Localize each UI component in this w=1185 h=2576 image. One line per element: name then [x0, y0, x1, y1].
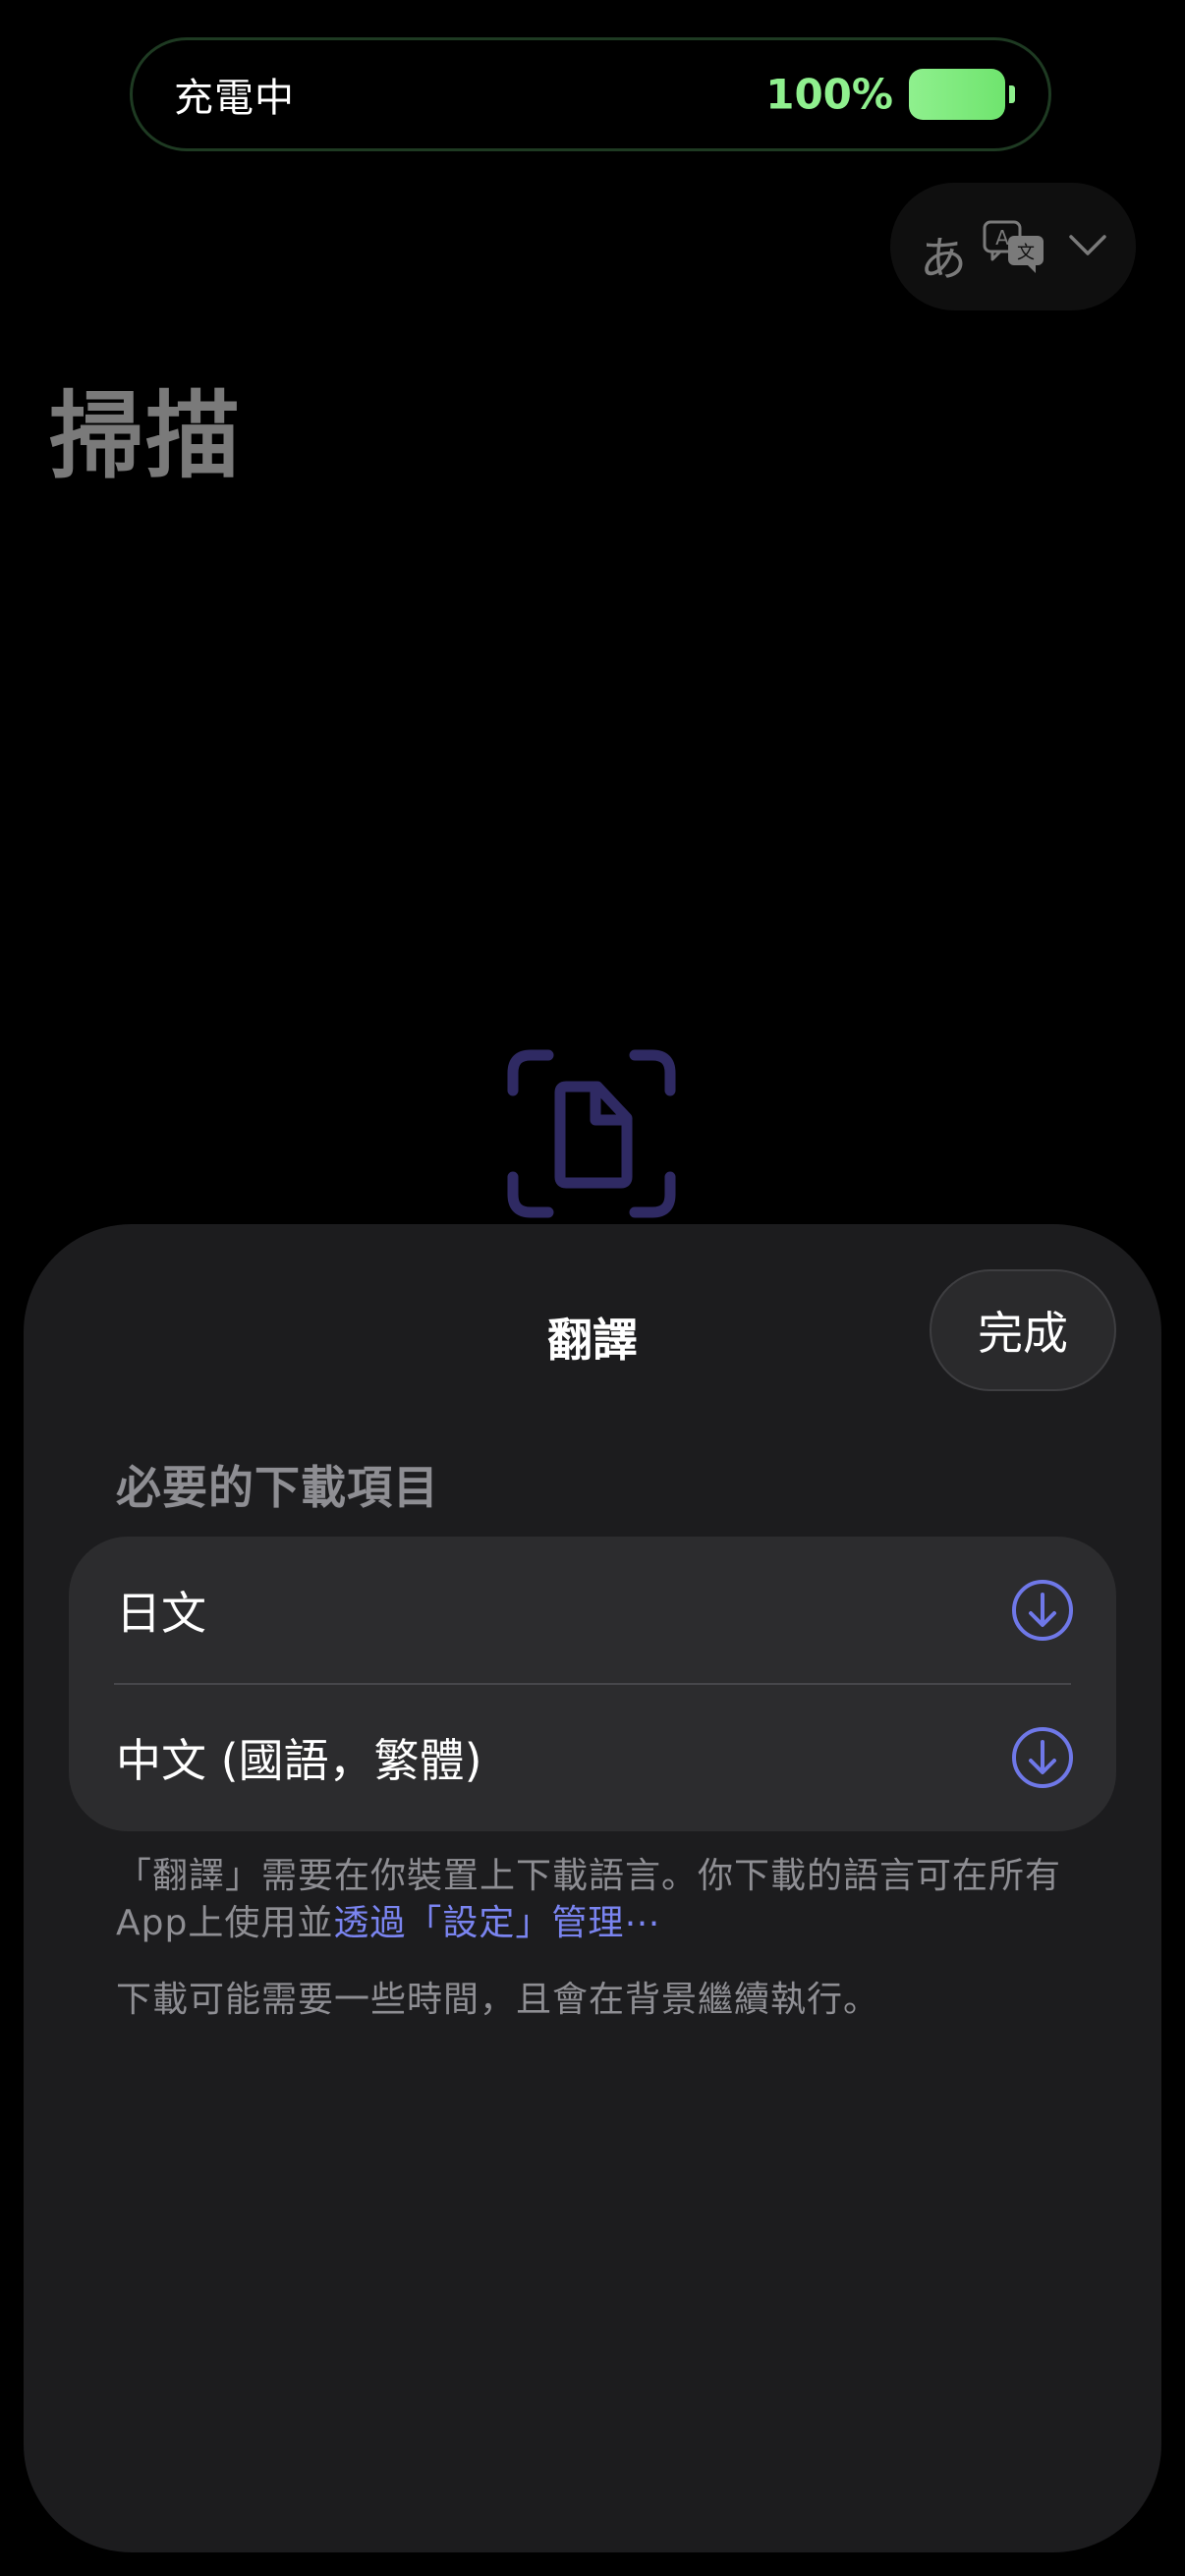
list-item-label: 日文 [116, 1587, 206, 1640]
battery-percent: 100% [765, 70, 893, 119]
page-title: 掃描 [49, 381, 242, 491]
settings-link[interactable]: 透過「設定」管理⋯ [333, 1903, 660, 1943]
language-selector-button[interactable]: あ A 文 [890, 183, 1136, 310]
section-header: 必要的下載項目 [116, 1461, 439, 1514]
list-item-chinese-traditional[interactable]: 中文 (國語，繁體) [69, 1684, 1116, 1831]
charging-status-pill: 充電中 100% [130, 37, 1051, 151]
list-item-label: 中文 (國語，繁體) [116, 1734, 482, 1787]
download-list: 日文 中文 (國語，繁體) [69, 1537, 1116, 1831]
translate-icon: A 文 [983, 220, 1044, 273]
charging-label: 充電中 [174, 76, 295, 121]
download-icon[interactable] [1010, 1725, 1075, 1790]
scan-document-icon[interactable] [505, 1047, 678, 1220]
footnote: 「翻譯」需要在你裝置上下載語言。你下載的語言可在所有App上使用並透過「設定」管… [116, 1853, 1089, 1947]
source-language-char: あ [920, 232, 968, 287]
translation-sheet: 翻譯 完成 必要的下載項目 日文 中文 (國語，繁體) 「翻譯」需要在你裝置上下… [24, 1224, 1161, 2552]
battery-icon [909, 69, 1015, 120]
footnote-download-time: 下載可能需要一些時間，且會在背景繼續執行。 [116, 1980, 880, 2020]
chevron-down-icon [1069, 235, 1106, 255]
svg-text:A: A [995, 226, 1009, 250]
download-icon[interactable] [1010, 1578, 1075, 1643]
svg-text:文: 文 [1017, 243, 1035, 263]
list-item-japanese[interactable]: 日文 [69, 1537, 1116, 1685]
done-button[interactable]: 完成 [930, 1269, 1116, 1391]
